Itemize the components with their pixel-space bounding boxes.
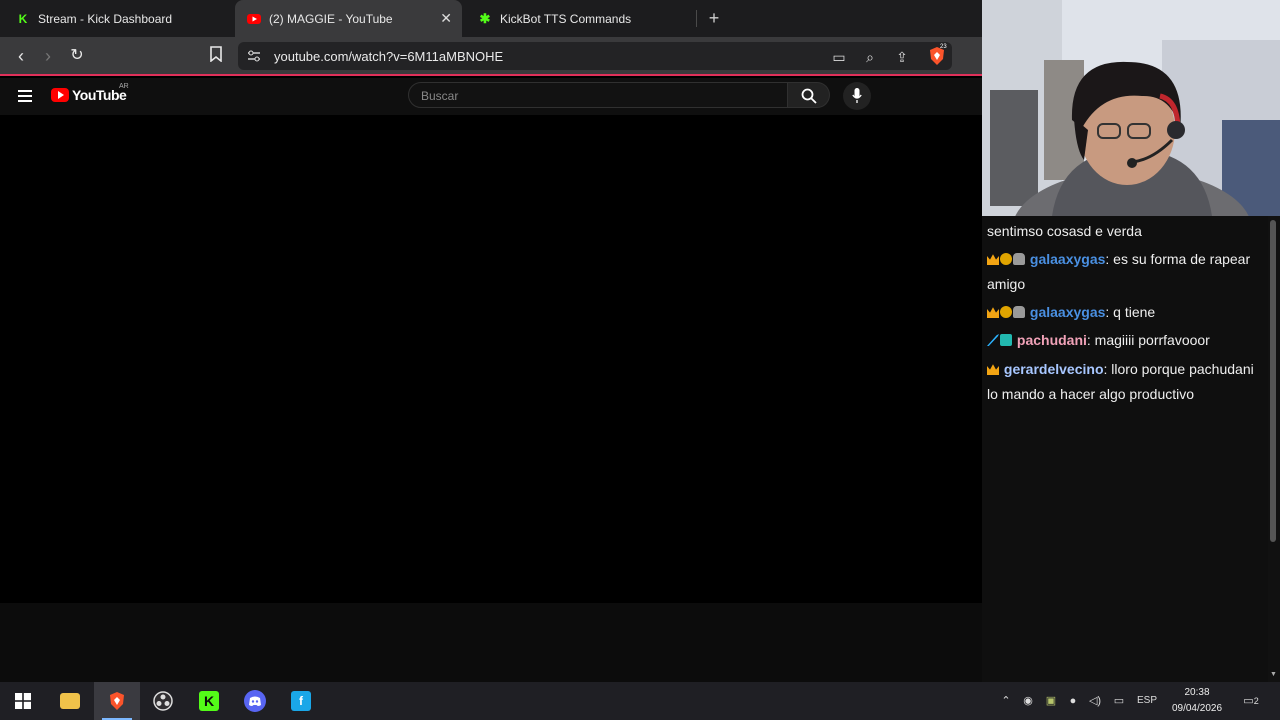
notification-icon: ▭ — [1243, 695, 1254, 707]
brave-badge: 23 — [940, 44, 947, 50]
kickbot-icon: ✱ — [479, 10, 491, 26]
show-hidden-icons-icon[interactable]: ⌃ — [999, 692, 1013, 710]
chat-username: gerardelvecino — [1003, 361, 1104, 377]
crown-badge-icon — [987, 254, 999, 265]
chat-username: pachudani — [1016, 332, 1087, 348]
reload-button[interactable]: ↻ — [67, 46, 87, 66]
message-text: lo mando a hacer algo productivo — [987, 386, 1195, 402]
share-icon[interactable]: ⇪ — [893, 48, 911, 66]
stone-badge-icon — [1013, 253, 1025, 265]
message-text: : es su forma de rapear — [1105, 251, 1251, 267]
tray-app-icon[interactable]: ▣ — [1043, 692, 1059, 710]
back-button[interactable]: ‹ — [11, 46, 31, 66]
menu-icon[interactable] — [18, 90, 32, 102]
forward-button[interactable]: › — [38, 46, 58, 66]
youtube-icon — [247, 12, 261, 26]
microphone-icon — [852, 88, 862, 103]
chat-message: galaaxygas: es su forma de rapear — [987, 247, 1269, 272]
crown-badge-icon — [987, 364, 999, 375]
clock-time: 20:38 — [1184, 687, 1210, 698]
search-icon — [801, 88, 817, 104]
system-clock[interactable]: 20:38 09/04/2026 — [1166, 685, 1228, 717]
url-text: youtube.com/watch?v=6M11aMBNOHE — [274, 49, 504, 64]
cube-badge-icon — [1000, 334, 1012, 346]
kick-icon: K — [18, 11, 28, 26]
windows-taskbar: K f ⌃ ◉ ▣ ● ◁) ▭ ESP 20:38 09/04/2026 ▭2 — [0, 682, 1280, 720]
chat-username: galaaxygas — [1029, 251, 1106, 267]
address-bar[interactable]: youtube.com/watch?v=6M11aMBNOHE ▭ ⌕ ⇪ 23 — [238, 42, 952, 70]
coin-badge-icon — [1000, 306, 1012, 318]
windows-icon — [15, 693, 31, 709]
obs-icon — [153, 691, 173, 711]
volume-icon[interactable]: ◁) — [1086, 692, 1104, 710]
coin-badge-icon — [1000, 253, 1012, 265]
search-placeholder: Buscar — [421, 89, 459, 103]
sword-badge-icon — [987, 334, 999, 346]
tab-title: KickBot TTS Commands — [500, 11, 632, 26]
webcam-feed — [982, 0, 1280, 216]
discord-icon — [244, 690, 266, 712]
tab-strip: K Stream - Kick Dashboard (2) MAGGIE - Y… — [0, 0, 982, 37]
search-button[interactable] — [788, 82, 830, 108]
bookmark-icon — [210, 46, 222, 63]
chat-message: gerardelvecino: lloro porque pachudani — [987, 357, 1269, 382]
brave-icon — [110, 692, 124, 710]
kick-icon: K — [199, 691, 219, 711]
tab-title: Stream - Kick Dashboard — [38, 11, 173, 26]
chat-message-continuation: lo mando a hacer algo productivo — [987, 382, 1269, 407]
taskbar-obs[interactable] — [140, 682, 186, 720]
message-text: sentimso cosasd e verda — [987, 223, 1142, 239]
bookmark-button[interactable] — [206, 46, 226, 66]
search-input[interactable]: Buscar — [408, 82, 788, 108]
scrollbar-thumb[interactable] — [1270, 220, 1276, 542]
stone-badge-icon — [1013, 306, 1025, 318]
cast-icon[interactable]: ▭ — [830, 48, 848, 66]
tab-kick-dashboard[interactable]: K Stream - Kick Dashboard — [0, 0, 232, 37]
site-settings-icon — [248, 50, 260, 62]
crown-badge-icon — [987, 307, 999, 318]
new-tab-button[interactable]: + — [705, 8, 723, 28]
chat-overlay: sentimso cosasd e verda galaaxygas: es s… — [982, 216, 1268, 682]
youtube-masthead: YouTube AR Buscar — [0, 78, 982, 115]
notifications-button[interactable]: ▭2 — [1240, 692, 1262, 710]
chat-message-continuation: amigo — [987, 272, 1269, 297]
tab-divider — [696, 10, 697, 27]
language-indicator[interactable]: ESP — [1134, 692, 1160, 710]
taskbar-kick[interactable]: K — [186, 682, 232, 720]
chat-username: galaaxygas — [1029, 304, 1106, 320]
clock-date: 09/04/2026 — [1171, 703, 1223, 714]
taskbar-file-explorer[interactable] — [47, 682, 93, 720]
tab-title: (2) MAGGIE - YouTube — [269, 11, 393, 26]
browser-toolbar: ‹ › ↻ youtube.com/watch?v=6M11aMBNOHE ▭ … — [0, 37, 982, 76]
app-icon: f — [291, 691, 311, 711]
close-tab-icon[interactable]: ✕ — [440, 11, 452, 25]
message-text: amigo — [987, 276, 1026, 292]
region-code: AR — [119, 83, 129, 90]
message-text: : magiiii porrfavooor — [1086, 332, 1210, 348]
tab-youtube[interactable]: (2) MAGGIE - YouTube ✕ — [235, 0, 462, 37]
chat-scrollbar[interactable]: ▼ — [1268, 216, 1280, 682]
youtube-logo-icon[interactable] — [51, 88, 69, 102]
browser-window: K Stream - Kick Dashboard (2) MAGGIE - Y… — [0, 0, 982, 603]
tab-kickbot[interactable]: ✱ KickBot TTS Commands — [466, 0, 696, 37]
notification-count: 2 — [1253, 696, 1259, 706]
chat-message: sentimso cosasd e verda — [987, 219, 1269, 244]
chat-message: galaaxygas: q tiene — [987, 300, 1269, 325]
message-text: : q tiene — [1105, 304, 1156, 320]
microphone-tray-icon[interactable]: ● — [1066, 692, 1080, 710]
taskbar-discord[interactable] — [232, 682, 278, 720]
start-button[interactable] — [0, 682, 46, 720]
folder-icon — [60, 693, 80, 709]
voice-search-button[interactable] — [843, 82, 871, 110]
streamer-webcam-image — [982, 0, 1280, 216]
zoom-icon[interactable]: ⌕ — [861, 48, 879, 66]
discord-tray-icon[interactable]: ◉ — [1020, 692, 1036, 710]
network-icon[interactable]: ▭ — [1110, 692, 1128, 710]
taskbar-brave[interactable] — [94, 682, 140, 720]
video-player[interactable] — [0, 115, 982, 603]
chat-message: pachudani: magiiii porrfavooor — [987, 328, 1269, 353]
scroll-down-icon[interactable]: ▼ — [1270, 671, 1277, 678]
taskbar-app[interactable]: f — [278, 682, 324, 720]
message-text: : lloro porque pachudani — [1103, 361, 1254, 377]
